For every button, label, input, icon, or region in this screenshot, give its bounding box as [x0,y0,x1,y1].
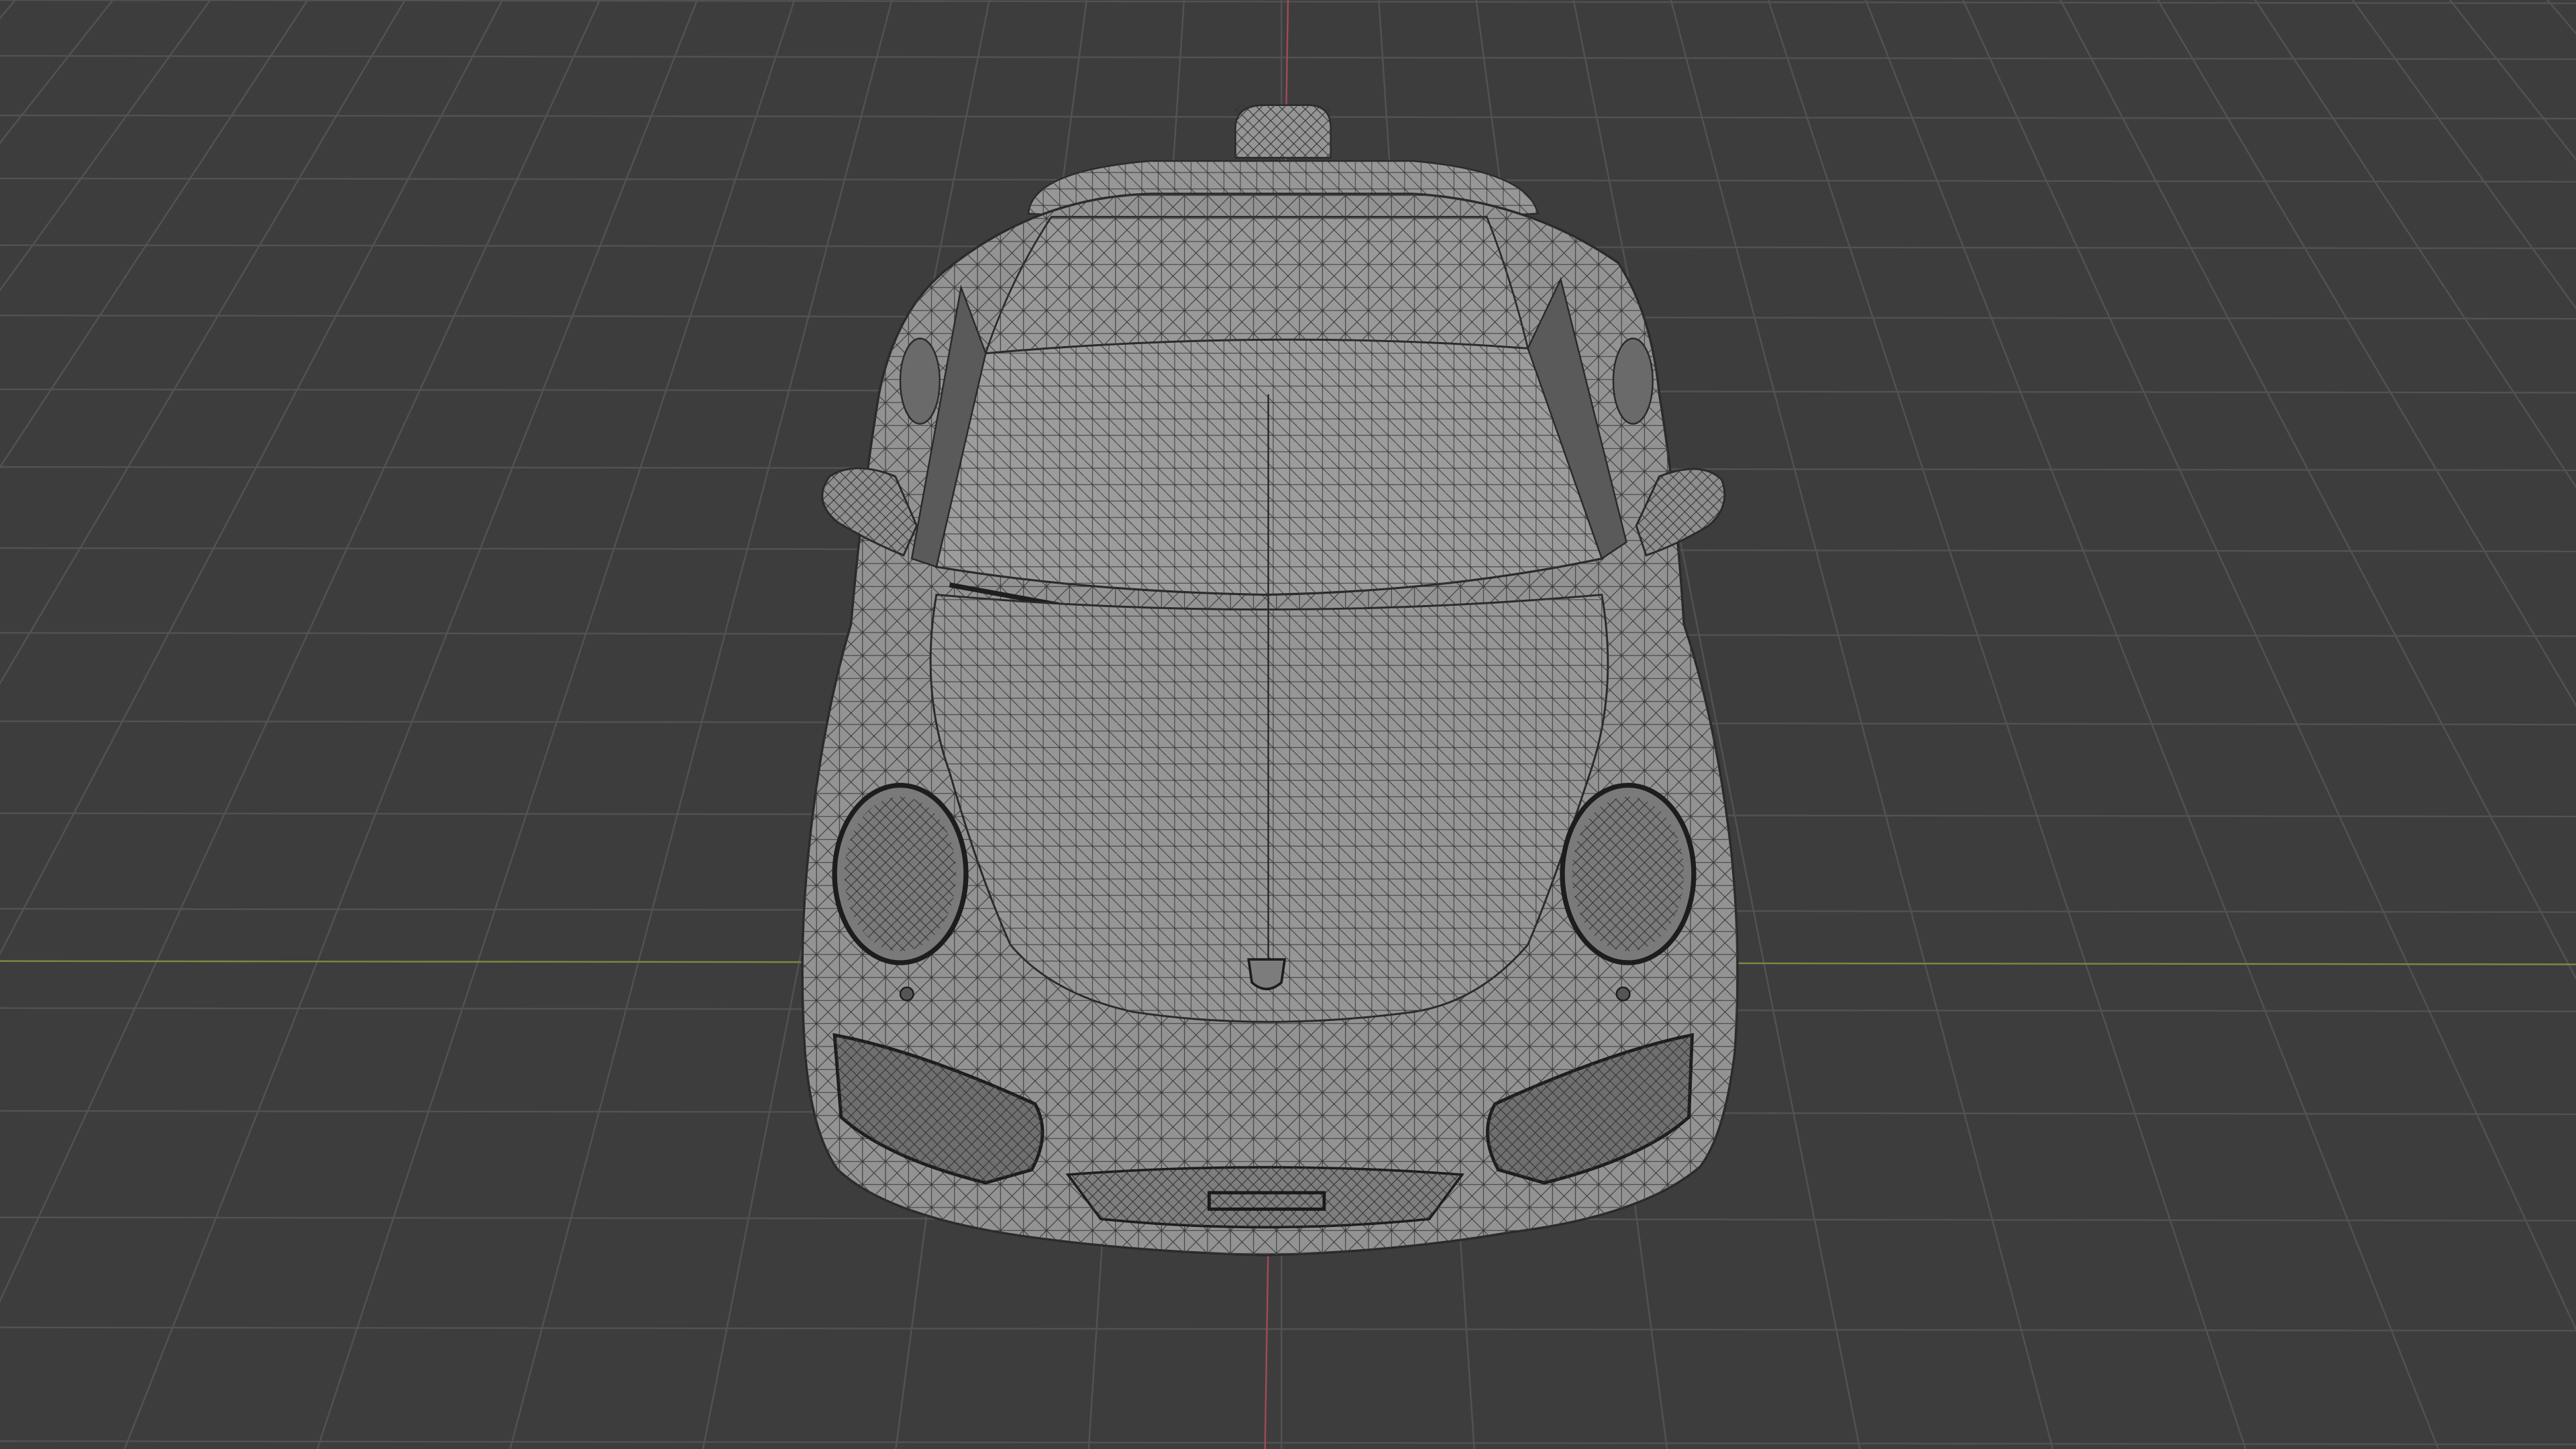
grid-line [0,1326,2576,1332]
right-rear-intake-mesh[interactable] [1612,337,1654,425]
grid-line [0,55,2576,60]
left-fog-light-mesh[interactable] [899,986,914,1002]
viewport-canvas[interactable] [0,0,2576,1449]
left-rear-intake-mesh[interactable] [899,337,941,425]
3d-viewport[interactable] [0,0,2576,1449]
car-mesh[interactable] [801,104,1739,1256]
grid-line [0,1440,2576,1446]
right-fog-light-mesh[interactable] [1615,986,1631,1002]
hood-crest-mesh[interactable] [1247,958,1287,991]
